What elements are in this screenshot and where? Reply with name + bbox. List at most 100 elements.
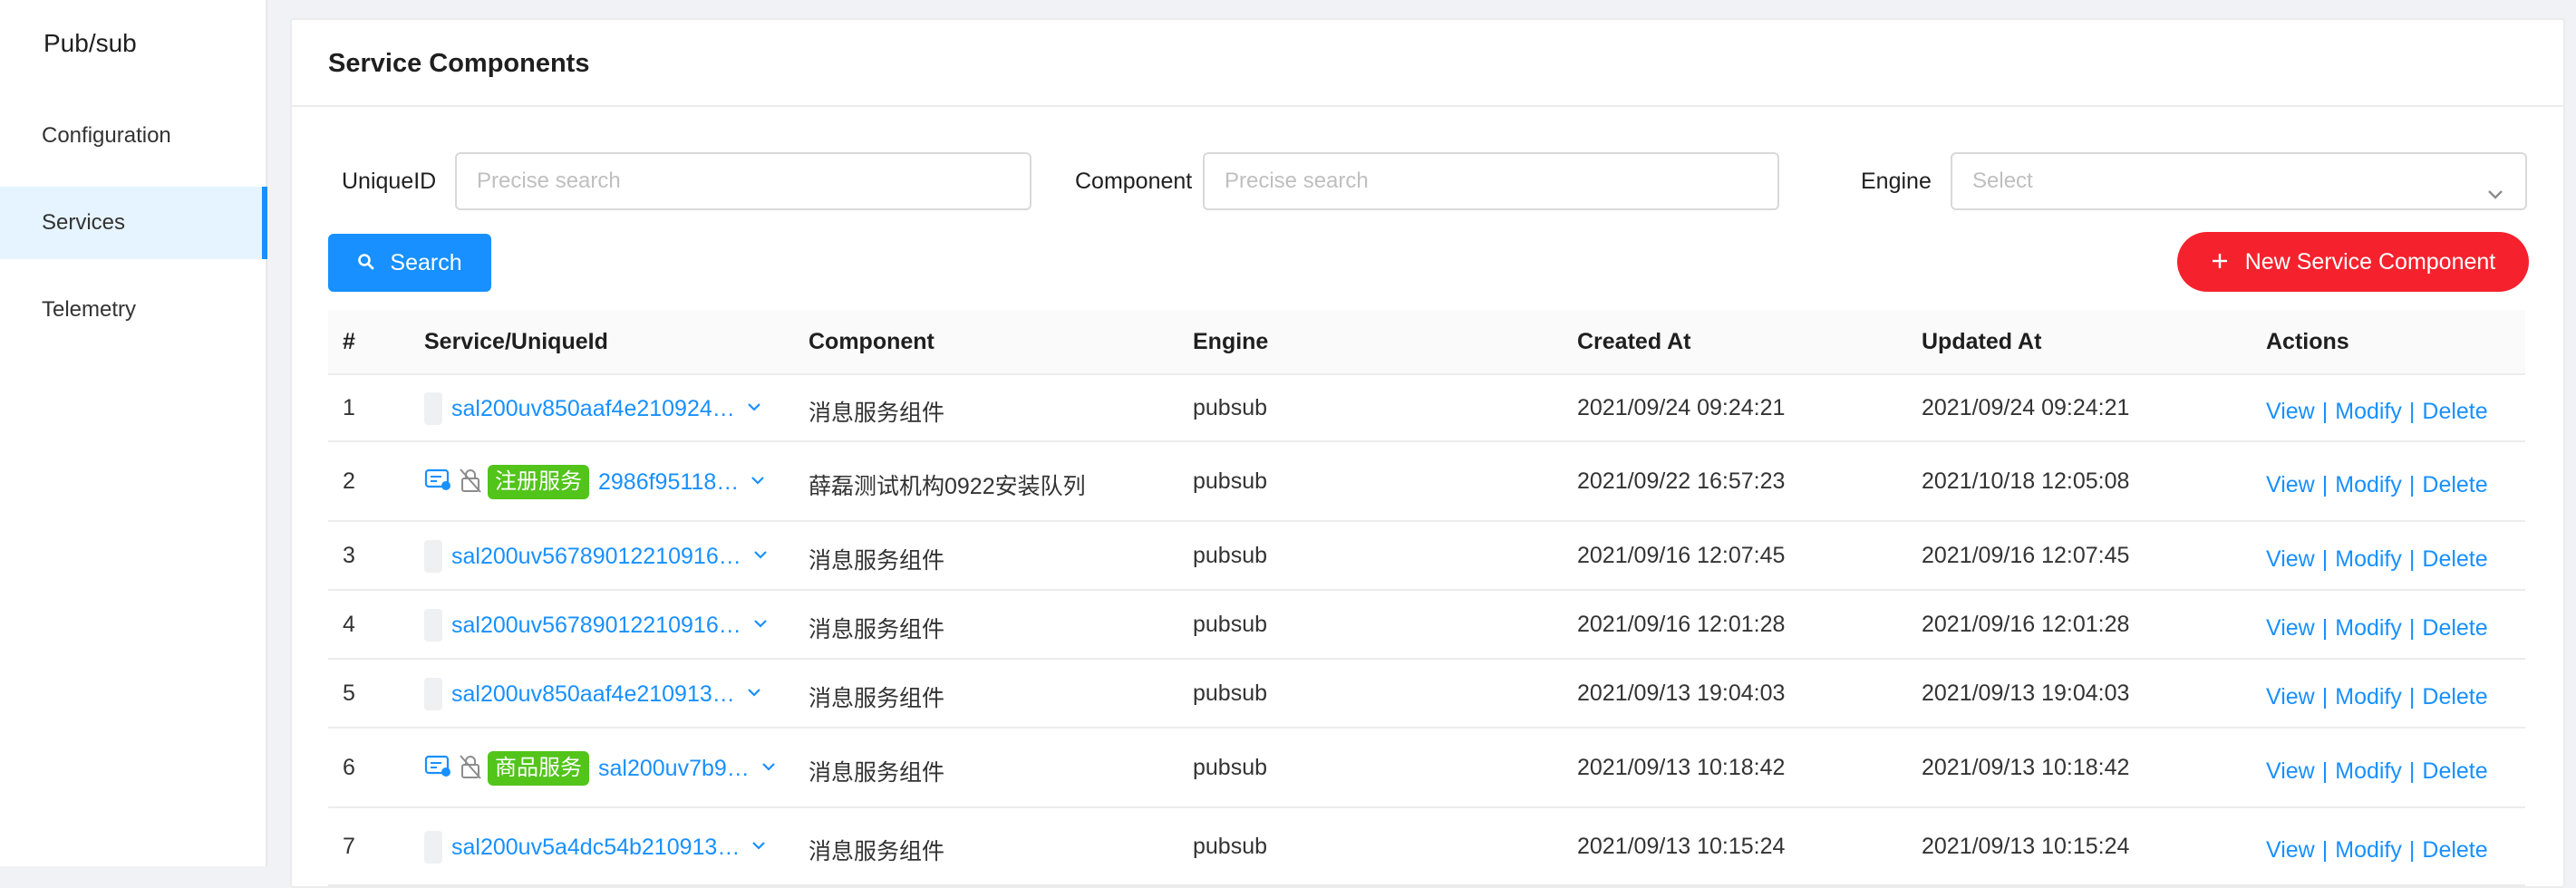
action-separator: | xyxy=(2408,472,2416,497)
modify-link[interactable]: Modify xyxy=(2335,546,2402,572)
app-title: Pub/sub xyxy=(44,29,137,57)
engine-cell: pubsub xyxy=(1193,755,1268,780)
row-number: 6 xyxy=(343,755,355,780)
engine-cell: pubsub xyxy=(1193,680,1268,706)
delete-link[interactable]: Delete xyxy=(2422,684,2487,709)
view-link[interactable]: View xyxy=(2266,758,2315,784)
service-cell: 注册服务 2986f95118… xyxy=(424,464,766,500)
unique-id-link[interactable]: sal200uv7b9… xyxy=(598,756,750,782)
service-cell: sal200uv56789012210916… xyxy=(424,538,769,574)
chevron-down-icon[interactable] xyxy=(746,399,762,420)
actions-cell: View | Modify | Delete xyxy=(2266,837,2488,864)
plus-icon xyxy=(2211,233,2229,293)
table-row: 4 sal200uv56789012210916… 消息服务组件 pubsub 2021… xyxy=(328,591,2525,660)
actions-cell: View | Modify | Delete xyxy=(2266,758,2488,785)
lock-off-icon xyxy=(459,753,482,785)
service-cell: sal200uv850aaf4e210913… xyxy=(424,676,762,712)
updated-at-cell: 2021/09/16 12:07:45 xyxy=(1922,543,2130,568)
view-link[interactable]: View xyxy=(2266,684,2315,709)
action-separator: | xyxy=(2408,684,2416,709)
modify-link[interactable]: Modify xyxy=(2335,837,2402,863)
service-cell: sal200uv5a4dc54b210913… xyxy=(424,829,767,865)
created-at-cell: 2021/09/13 10:15:24 xyxy=(1577,834,1786,859)
engine-cell: pubsub xyxy=(1193,543,1268,568)
table-row: 2 注册服务 2986f95118… 薛磊测试机构0922安装队列 pubsub 2021… xyxy=(328,442,2525,522)
created-at-cell: 2021/09/13 19:04:03 xyxy=(1577,680,1786,706)
service-card-icon xyxy=(424,468,453,497)
created-at-cell: 2021/09/16 12:01:28 xyxy=(1577,612,1786,637)
delete-link[interactable]: Delete xyxy=(2422,837,2487,863)
sidebar-item-telemetry[interactable]: Telemetry xyxy=(0,274,267,346)
component-cell: 消息服务组件 xyxy=(809,686,945,711)
component-label: Component xyxy=(1075,169,1193,194)
new-service-component-button[interactable]: New Service Component xyxy=(2177,232,2529,292)
service-placeholder xyxy=(424,609,442,642)
search-button-label: Search xyxy=(390,250,462,275)
chevron-down-icon[interactable] xyxy=(746,684,762,705)
view-link[interactable]: View xyxy=(2266,615,2315,641)
modify-link[interactable]: Modify xyxy=(2335,615,2402,641)
lock-off-icon xyxy=(459,467,482,498)
table-row: 3 sal200uv56789012210916… 消息服务组件 pubsub 2021… xyxy=(328,522,2525,591)
table-row: 1 sal200uv850aaf4e210924… 消息服务组件 pubsub 2021… xyxy=(328,375,2525,442)
table-row: 5 sal200uv850aaf4e210913… 消息服务组件 pubsub 2021… xyxy=(328,660,2525,729)
search-icon xyxy=(357,235,375,293)
chevron-down-icon[interactable] xyxy=(760,758,777,779)
chevron-down-icon[interactable] xyxy=(750,472,766,493)
sidebar-item-services[interactable]: Services xyxy=(0,187,267,259)
action-separator: | xyxy=(2408,758,2416,784)
unique-id-link[interactable]: sal200uv5a4dc54b210913… xyxy=(451,835,740,861)
action-separator: | xyxy=(2321,546,2329,572)
service-placeholder xyxy=(424,831,442,864)
delete-link[interactable]: Delete xyxy=(2422,546,2487,572)
chevron-down-icon[interactable] xyxy=(751,837,767,858)
chevron-down-icon[interactable] xyxy=(752,546,769,567)
actions-cell: View | Modify | Delete xyxy=(2266,472,2488,498)
component-cell: 消息服务组件 xyxy=(809,839,945,864)
created-at-cell: 2021/09/13 10:18:42 xyxy=(1577,755,1786,780)
created-at-cell: 2021/09/24 09:24:21 xyxy=(1577,395,1786,420)
actions-cell: View | Modify | Delete xyxy=(2266,615,2488,642)
delete-link[interactable]: Delete xyxy=(2422,758,2487,784)
engine-label: Engine xyxy=(1861,169,1932,194)
chevron-down-icon[interactable] xyxy=(752,615,769,636)
modify-link[interactable]: Modify xyxy=(2335,684,2402,709)
unique-id-link[interactable]: sal200uv850aaf4e210913… xyxy=(451,681,735,708)
row-number: 4 xyxy=(343,612,355,637)
table-row: 6 商品服务 sal200uv7b9… 消息服务组件 pubsub 2021/09/13 … xyxy=(328,729,2525,808)
sidebar-item-configuration[interactable]: Configuration xyxy=(0,100,267,172)
unique-id-link[interactable]: sal200uv850aaf4e210924… xyxy=(451,396,735,422)
updated-at-cell: 2021/09/13 19:04:03 xyxy=(1922,680,2130,706)
created-at-cell: 2021/09/22 16:57:23 xyxy=(1577,468,1786,494)
delete-link[interactable]: Delete xyxy=(2422,399,2487,424)
component-cell: 薛磊测试机构0922安装队列 xyxy=(809,474,1086,499)
view-link[interactable]: View xyxy=(2266,472,2315,497)
delete-link[interactable]: Delete xyxy=(2422,615,2487,641)
search-button[interactable]: Search xyxy=(328,234,491,292)
unique-id-link[interactable]: sal200uv56789012210916… xyxy=(451,544,741,570)
view-link[interactable]: View xyxy=(2266,837,2315,863)
action-separator: | xyxy=(2321,837,2329,863)
unique-id-link[interactable]: 2986f95118… xyxy=(598,469,739,496)
updated-at-cell: 2021/10/18 12:05:08 xyxy=(1922,468,2130,494)
new-service-component-label: New Service Component xyxy=(2244,249,2496,275)
service-tag: 商品服务 xyxy=(488,751,589,786)
uniqueid-input[interactable] xyxy=(455,152,1031,210)
service-placeholder xyxy=(424,678,442,710)
component-input[interactable] xyxy=(1203,152,1779,210)
view-link[interactable]: View xyxy=(2266,546,2315,572)
action-separator: | xyxy=(2408,615,2416,641)
created-at-cell: 2021/09/16 12:07:45 xyxy=(1577,543,1786,568)
delete-link[interactable]: Delete xyxy=(2422,472,2487,497)
view-link[interactable]: View xyxy=(2266,399,2315,424)
row-number: 2 xyxy=(343,468,355,494)
service-cell: 商品服务 sal200uv7b9… xyxy=(424,750,777,787)
modify-link[interactable]: Modify xyxy=(2335,472,2402,497)
action-separator: | xyxy=(2408,399,2416,424)
unique-id-link[interactable]: sal200uv56789012210916… xyxy=(451,613,741,639)
modify-link[interactable]: Modify xyxy=(2335,758,2402,784)
service-placeholder xyxy=(424,540,442,573)
modify-link[interactable]: Modify xyxy=(2335,399,2402,424)
service-cell: sal200uv850aaf4e210924… xyxy=(424,391,762,427)
engine-select[interactable]: Select xyxy=(1951,152,2527,210)
